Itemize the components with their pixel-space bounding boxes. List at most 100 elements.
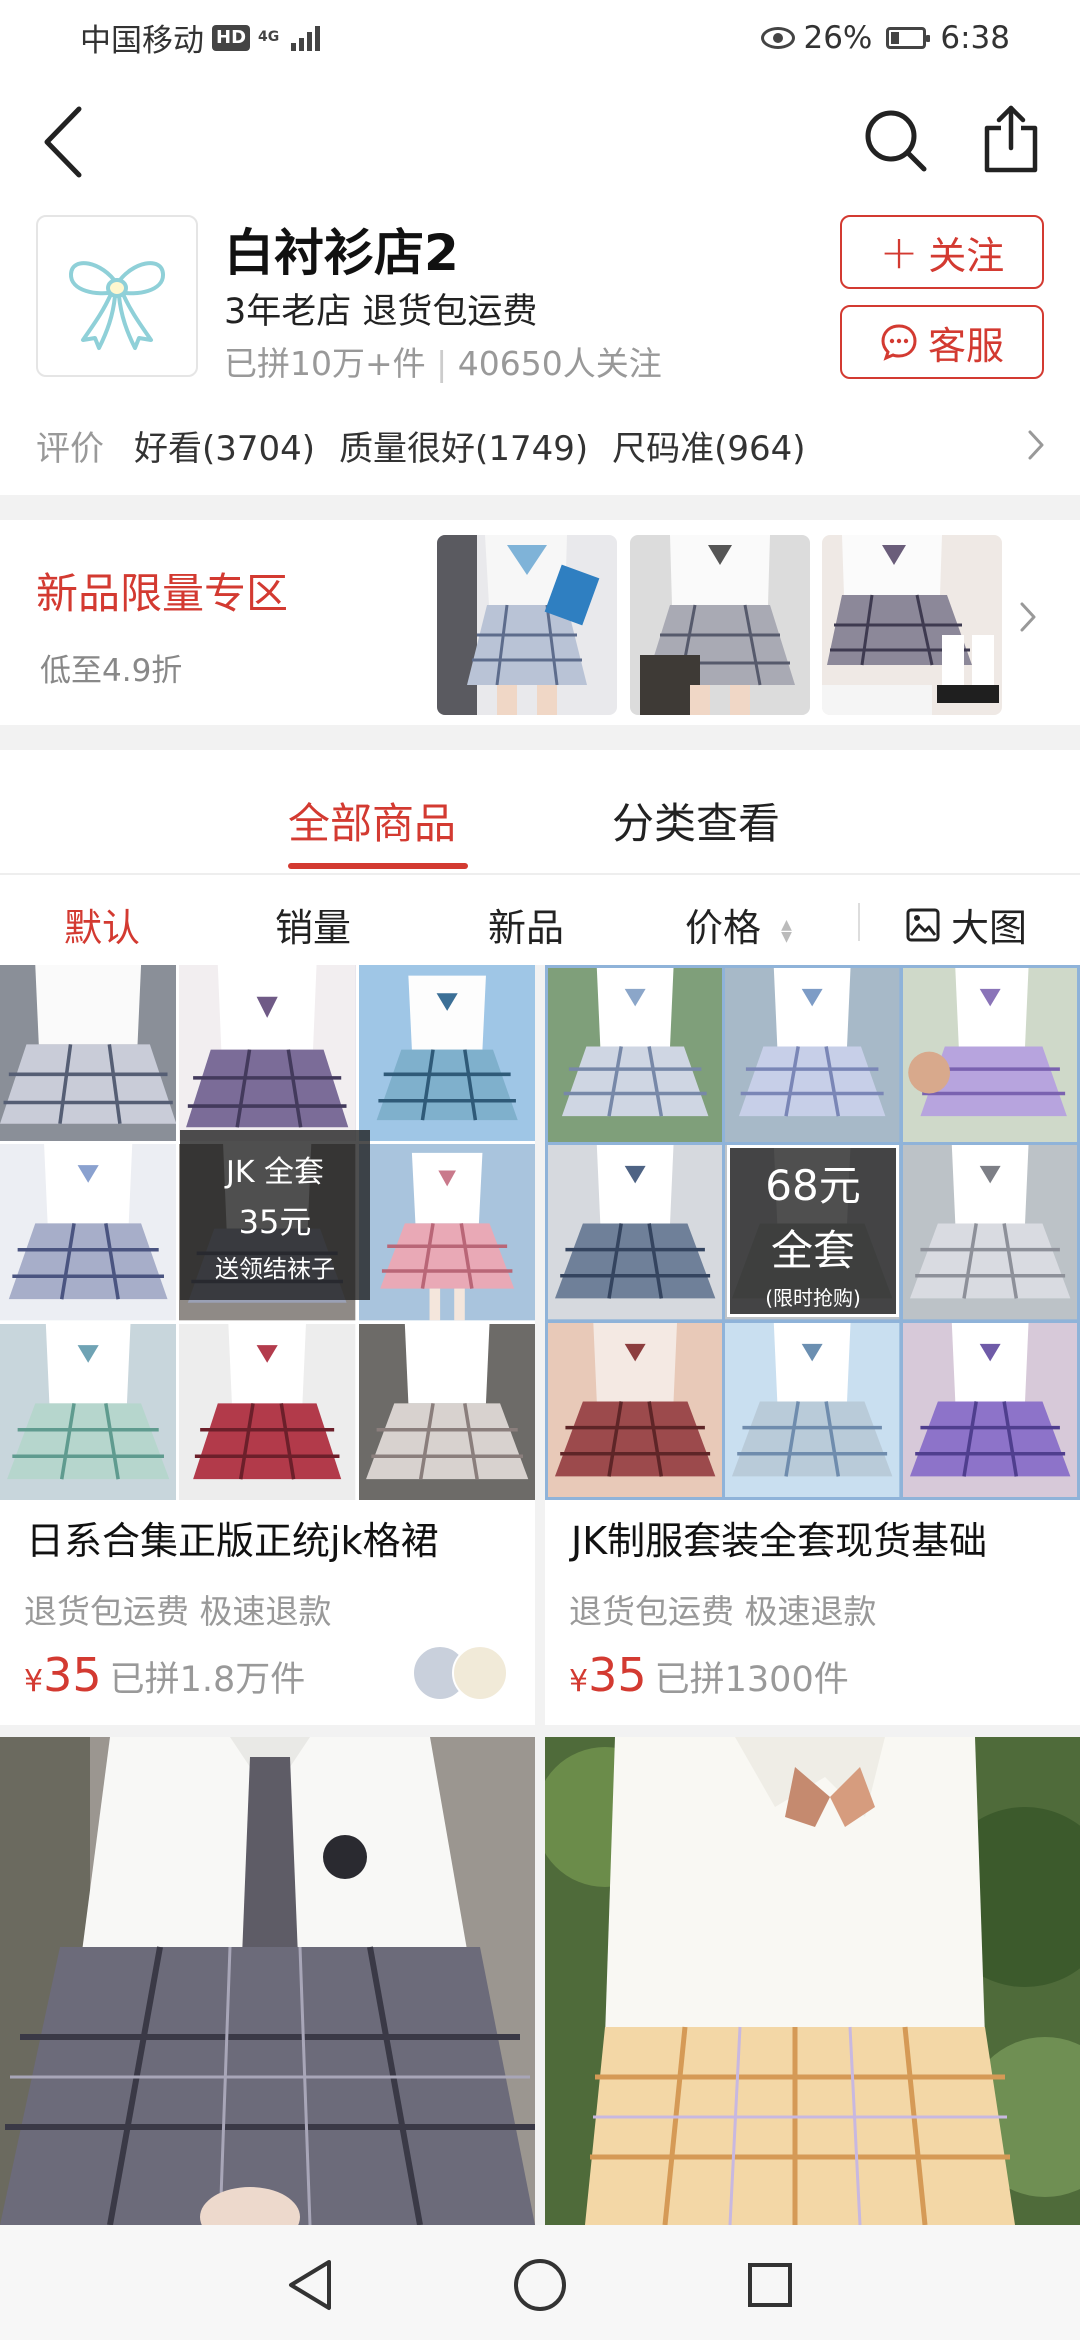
product-price: 35 [588, 1648, 647, 1702]
stats-divider: | [436, 344, 458, 383]
promo-overlay: 68元 全套 (限时抢购) [727, 1145, 899, 1317]
search-button[interactable] [858, 103, 934, 179]
service-label: 客服 [927, 323, 1004, 368]
tab-category-view[interactable]: 分类查看 [612, 790, 780, 851]
system-home-button[interactable] [510, 2255, 570, 2315]
promo-image-3 [822, 535, 1002, 715]
chevron-right-icon [1020, 602, 1036, 632]
overlay-line: 全套 [770, 1225, 855, 1275]
promo-thumbnail[interactable] [822, 535, 1002, 715]
product-tags: 退货包运费 极速退款 [24, 1592, 332, 1631]
overlay-line: 35元 [238, 1202, 312, 1241]
product-title: JK制服套装全套现货基础 [571, 1519, 988, 1563]
overlay-line: 送领结袜子 [215, 1254, 335, 1283]
promo-thumbnail[interactable] [437, 535, 617, 715]
square-recents-icon [748, 2263, 792, 2307]
product-tabs: 全部商品 分类查看 [0, 750, 1080, 875]
collage-tile [902, 1322, 1077, 1497]
product-tags: 退货包运费 极速退款 [569, 1592, 877, 1631]
review-label: 评价 [36, 428, 104, 469]
shop-sold-count: 已拼10万+件 [224, 344, 426, 383]
collage-tile [902, 968, 1077, 1143]
product-image [545, 1737, 1080, 2225]
product-sold-count: 已拼1300件 [654, 1660, 849, 1700]
collage-tile [0, 1144, 177, 1321]
promo-title: 新品限量专区 [36, 569, 289, 618]
bow-logo-icon [69, 261, 165, 350]
status-right: 26% 6:38 [761, 20, 1010, 56]
tab-all-products[interactable]: 全部商品 [288, 790, 456, 851]
product-card[interactable]: JK 全套 35元 送领结袜子 日系合集正版正统jk格裙 退货包运费 极速退款 … [0, 965, 535, 1725]
large-view-toggle[interactable]: 大图 [905, 897, 1027, 952]
collage-tile [179, 1323, 356, 1500]
currency-symbol: ¥ [24, 1664, 44, 1699]
network-label: 4G [258, 29, 280, 45]
follow-button[interactable]: + 关注 [840, 215, 1044, 289]
status-left: 中国移动 HD 4G [80, 15, 321, 60]
avatar [452, 1645, 508, 1701]
product-sold-count: 已拼1.8万件 [109, 1660, 306, 1700]
sort-arrows-icon: ▲ ▼ [781, 916, 792, 945]
share-icon [984, 105, 1038, 173]
sort-newest[interactable]: 新品 [488, 897, 564, 952]
header-nav [0, 75, 1080, 205]
shop-name: 白衬衫店2 [224, 224, 459, 282]
system-back-button[interactable] [280, 2255, 340, 2315]
status-bar: 中国移动 HD 4G 26% 6:38 [0, 0, 1080, 75]
promo-thumbnail[interactable] [630, 535, 810, 715]
product-card[interactable] [545, 1737, 1080, 2225]
signal-icon [291, 25, 321, 51]
product-price: 35 [43, 1648, 102, 1702]
collage-tile [725, 1322, 900, 1497]
collage-tile [548, 968, 723, 1143]
chat-bubble-icon [881, 324, 917, 361]
active-tab-indicator [288, 863, 468, 869]
product-price-row: ¥35 已拼1300件 [569, 1648, 849, 1702]
clock: 6:38 [940, 19, 1010, 56]
review-tag: 质量很好(1749) [339, 428, 589, 469]
back-icon [44, 106, 82, 178]
shop-info-card: 白衬衫店2 3年老店 退货包运费 已拼10万+件 | 40650人关注 + 关注… [0, 205, 1080, 495]
system-recents-button[interactable] [740, 2255, 800, 2315]
plus-icon: + [879, 225, 919, 279]
buyer-avatars [412, 1645, 512, 1701]
triangle-back-icon [289, 2260, 331, 2310]
chevron-right-icon [1028, 430, 1044, 460]
hd-badge: HD [212, 24, 251, 51]
large-view-label: 大图 [951, 906, 1028, 950]
shop-logo[interactable] [36, 215, 198, 377]
product-price-row: ¥35 已拼1.8万件 [24, 1648, 305, 1702]
share-button[interactable] [976, 99, 1046, 179]
product-card[interactable]: 68元 全套 (限时抢购) JK制服套装全套现货基础 退货包运费 极速退款 ¥3… [545, 965, 1080, 1725]
product-title: 日系合集正版正统jk格裙 [26, 1519, 439, 1563]
collage-tile [725, 968, 900, 1143]
promo-image-1 [437, 535, 617, 715]
collage-tile [548, 1322, 723, 1497]
image-view-icon [906, 908, 940, 941]
overlay-line: 68元 [765, 1160, 861, 1210]
new-arrivals-promo[interactable]: 新品限量专区 低至4.9折 [0, 520, 1080, 725]
sort-sales[interactable]: 销量 [275, 897, 351, 952]
promo-overlay: JK 全套 35元 送领结袜子 [180, 1130, 370, 1300]
battery-icon [886, 26, 931, 49]
collage-tile [0, 1323, 177, 1500]
product-card[interactable] [0, 1737, 535, 2225]
search-icon [865, 110, 927, 172]
collage-tile [902, 1145, 1077, 1320]
collage-tile [548, 1145, 723, 1320]
collage-tile [179, 965, 356, 1142]
back-button[interactable] [28, 97, 98, 187]
sort-divider [858, 903, 860, 941]
shop-stats: 已拼10万+件 | 40650人关注 [224, 337, 662, 385]
system-navigation-bar [0, 2225, 1080, 2340]
overlay-line: (限时抢购) [765, 1285, 861, 1310]
eye-icon [761, 26, 796, 49]
circle-home-icon [514, 2259, 566, 2311]
currency-symbol: ¥ [569, 1664, 589, 1699]
review-summary-row[interactable]: 评价 好看(3704) 质量很好(1749) 尺码准(964) [36, 415, 1046, 475]
sort-bar: 默认 销量 新品 价格 ▲ ▼ 大图 [0, 875, 1080, 965]
sort-price[interactable]: 价格 ▲ ▼ [685, 897, 792, 952]
sort-default[interactable]: 默认 [64, 897, 140, 952]
customer-service-button[interactable]: 客服 [840, 305, 1044, 379]
review-tag: 好看(3704) [134, 428, 316, 469]
